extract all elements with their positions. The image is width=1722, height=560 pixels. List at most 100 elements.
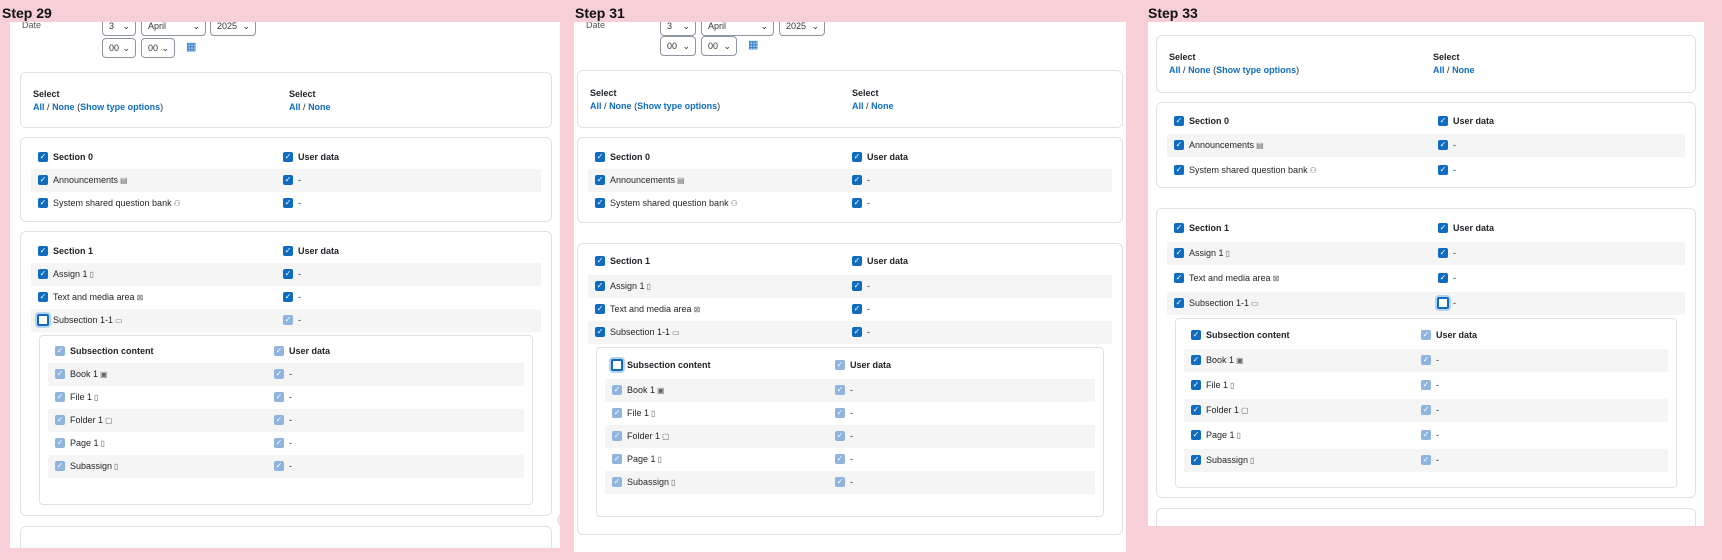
select-none-link[interactable]: None [52,102,75,112]
activity-checkbox[interactable]: ✓ [595,304,605,314]
section-checkbox[interactable]: ✓ [595,152,605,162]
select-none-link[interactable]: None [308,102,331,112]
activity-checkbox[interactable]: ✓ [612,477,622,487]
select-none-link[interactable]: None [609,101,632,111]
user-data-checkbox[interactable]: ✓ [1438,248,1448,258]
user-data-checkbox[interactable]: ✓ [1438,116,1448,126]
activity-checkbox[interactable]: ✓ [1191,380,1201,390]
user-data-checkbox[interactable]: ✓ [283,175,293,185]
minute-select[interactable]: 00 ⌄ [701,36,737,56]
activity-checkbox[interactable]: ✓ [595,175,605,185]
user-data-checkbox[interactable]: ✓ [1438,165,1448,175]
section-checkbox[interactable]: ✓ [1174,223,1184,233]
user-data-checkbox[interactable]: ✓ [274,369,284,379]
user-data-checkbox[interactable]: ✓ [852,198,862,208]
subsection-content-checkbox[interactable]: ✓ [55,346,65,356]
activity-checkbox[interactable]: ✓ [55,369,65,379]
user-data-checkbox[interactable]: ✓ [1421,355,1431,365]
day-select[interactable]: 3 ⌄ [102,22,136,36]
activity-checkbox[interactable]: ✓ [55,438,65,448]
user-data-checkbox[interactable]: ✓ [283,315,293,325]
activity-checkbox[interactable]: ✓ [1191,355,1201,365]
user-data-checkbox[interactable]: ✓ [835,431,845,441]
user-data-checkbox[interactable]: ✓ [274,392,284,402]
year-select[interactable]: 2025 ⌄ [210,22,256,36]
hour-select[interactable]: 00 ⌄ [660,36,696,56]
activity-checkbox[interactable]: ✓ [612,408,622,418]
month-select[interactable]: April ⌄ [141,22,206,36]
activity-checkbox[interactable]: ✓ [38,292,48,302]
subsection-checkbox[interactable]: ✓ [1174,298,1184,308]
activity-checkbox[interactable]: ✓ [38,198,48,208]
activity-checkbox[interactable]: ✓ [55,415,65,425]
select-all-link[interactable]: All [33,102,45,112]
user-data-checkbox[interactable]: ✓ [852,152,862,162]
user-data-checkbox[interactable]: ✓ [852,256,862,266]
activity-checkbox[interactable]: ✓ [1191,430,1201,440]
show-type-options-link[interactable]: Show type options [80,102,160,112]
user-data-checkbox[interactable]: ✓ [274,346,284,356]
activity-checkbox[interactable]: ✓ [38,175,48,185]
day-select[interactable]: 3 ⌄ [660,22,696,36]
hour-select[interactable]: 00 ⌄ [102,38,136,58]
user-data-checkbox[interactable]: ✓ [1421,430,1431,440]
user-data-checkbox[interactable]: ✓ [835,360,845,370]
activity-checkbox[interactable]: ✓ [612,385,622,395]
user-data-checkbox[interactable]: ✓ [274,438,284,448]
activity-checkbox[interactable]: ✓ [1174,165,1184,175]
user-data-checkbox[interactable]: ✓ [835,385,845,395]
user-data-checkbox[interactable]: ✓ [835,454,845,464]
select-all-link[interactable]: All [289,102,301,112]
user-data-checkbox[interactable]: ✓ [283,198,293,208]
activity-checkbox[interactable]: ✓ [1191,455,1201,465]
subsection-content-checkbox[interactable]: ✓ [1191,330,1201,340]
subsection-content-checkbox[interactable] [611,359,623,371]
user-data-checkbox[interactable] [1437,297,1449,309]
activity-checkbox[interactable]: ✓ [595,198,605,208]
activity-checkbox[interactable]: ✓ [1174,140,1184,150]
select-all-link[interactable]: All [852,101,864,111]
user-data-checkbox[interactable]: ✓ [1421,405,1431,415]
user-data-checkbox[interactable]: ✓ [1421,380,1431,390]
section-checkbox[interactable]: ✓ [595,256,605,266]
select-none-link[interactable]: None [1452,65,1475,75]
select-all-link[interactable]: All [1169,65,1181,75]
user-data-checkbox[interactable]: ✓ [1421,330,1431,340]
month-select[interactable]: April ⌄ [701,22,774,36]
user-data-checkbox[interactable]: ✓ [1421,455,1431,465]
user-data-checkbox[interactable]: ✓ [1438,140,1448,150]
user-data-checkbox[interactable]: ✓ [283,246,293,256]
section-checkbox[interactable]: ✓ [1174,116,1184,126]
calendar-icon[interactable]: ▦ [748,38,758,51]
user-data-checkbox[interactable]: ✓ [283,152,293,162]
select-all-link[interactable]: All [590,101,602,111]
activity-checkbox[interactable]: ✓ [1191,405,1201,415]
activity-checkbox[interactable]: ✓ [55,392,65,402]
user-data-checkbox[interactable]: ✓ [852,327,862,337]
activity-checkbox[interactable]: ✓ [38,269,48,279]
user-data-checkbox[interactable]: ✓ [283,269,293,279]
user-data-checkbox[interactable]: ✓ [1438,273,1448,283]
user-data-checkbox[interactable]: ✓ [835,408,845,418]
user-data-checkbox[interactable]: ✓ [852,281,862,291]
activity-checkbox[interactable]: ✓ [55,461,65,471]
activity-checkbox[interactable]: ✓ [1174,273,1184,283]
section-checkbox[interactable]: ✓ [38,246,48,256]
subsection-checkbox[interactable] [37,314,49,326]
activity-checkbox[interactable]: ✓ [1174,248,1184,258]
subsection-checkbox[interactable]: ✓ [595,327,605,337]
user-data-checkbox[interactable]: ✓ [274,461,284,471]
select-none-link[interactable]: None [871,101,894,111]
activity-checkbox[interactable]: ✓ [612,431,622,441]
scroll-to-top-button[interactable] [557,512,560,528]
activity-checkbox[interactable]: ✓ [612,454,622,464]
calendar-icon[interactable]: ▦ [186,40,196,53]
user-data-checkbox[interactable]: ✓ [274,415,284,425]
select-none-link[interactable]: None [1188,65,1211,75]
year-select[interactable]: 2025 ⌄ [779,22,825,36]
user-data-checkbox[interactable]: ✓ [852,304,862,314]
minute-select[interactable]: 00 ⌄ [141,38,175,58]
select-all-link[interactable]: All [1433,65,1445,75]
section-checkbox[interactable]: ✓ [38,152,48,162]
user-data-checkbox[interactable]: ✓ [283,292,293,302]
